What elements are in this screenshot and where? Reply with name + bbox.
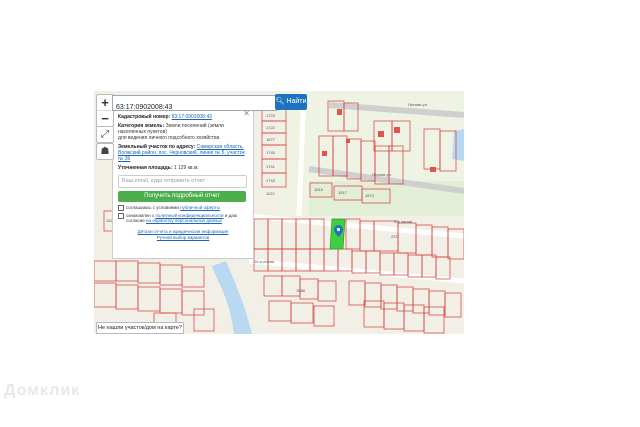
- find-button-label: Найти: [286, 98, 307, 105]
- svg-text:9-я линия: 9-я линия: [394, 219, 412, 224]
- parcel-info-panel: ✕ Кадастровый номер: 63:17:0902008:43 Ка…: [112, 109, 254, 259]
- layers-icon[interactable]: ☗: [96, 143, 114, 160]
- checkbox-privacy[interactable]: [118, 213, 124, 219]
- svg-text:Лесная ул.: Лесная ул.: [408, 102, 428, 107]
- details-link[interactable]: Детали отчета и юридическая информация: [138, 229, 229, 234]
- zoom-out-button[interactable]: −: [97, 111, 113, 126]
- find-button[interactable]: 🔍︎ Найти: [275, 94, 307, 110]
- consent-privacy[interactable]: ознакомлен с политикой конфиденциальност…: [118, 213, 248, 223]
- personal-data-link[interactable]: на обработку персональных данных: [146, 218, 222, 223]
- fullscreen-icon[interactable]: ⤢: [96, 126, 114, 143]
- svg-text:Лесная ул.: Лесная ул.: [372, 172, 392, 177]
- svg-text:10-я линия: 10-я линия: [254, 259, 274, 264]
- search-input[interactable]: [113, 100, 274, 115]
- email-field[interactable]: Ваш email, куда отправить отчет: [118, 175, 247, 188]
- svg-text:1743: 1743: [266, 178, 276, 183]
- svg-text:1516: 1516: [314, 187, 324, 192]
- svg-text:237: 237: [391, 234, 398, 239]
- cadastral-link[interactable]: 63:17:0902008:43: [172, 114, 212, 120]
- consent1-text: соглашаюсь с условиями: [126, 205, 179, 210]
- svg-text:1722: 1722: [266, 125, 276, 130]
- svg-text:1122: 1122: [266, 191, 275, 196]
- watermark-logo: Домклик: [4, 382, 81, 399]
- manual-choice-link[interactable]: Ручной выбор вариантов: [157, 235, 210, 240]
- svg-text:1745: 1745: [266, 150, 276, 155]
- offer-link[interactable]: публичной оферты: [180, 205, 220, 210]
- cadastral-map[interactable]: Лесная ул. Лесная ул. 9-я линия 10-я лин…: [94, 91, 464, 334]
- zoom-in-button[interactable]: +: [97, 95, 113, 111]
- consent-offer[interactable]: соглашаюсь с условиями публичной оферты: [118, 205, 248, 211]
- cadastral-label: Кадастровый номер:: [118, 114, 171, 120]
- area-value: 1 129 кв.м.: [173, 165, 199, 171]
- search-icon: 🔍︎: [275, 98, 285, 105]
- location-pin-icon: [334, 225, 343, 237]
- svg-text:1741: 1741: [266, 164, 276, 169]
- search-box: [112, 95, 277, 115]
- use-value: для ведения личного подсобного хозяйства: [118, 135, 220, 141]
- svg-text:1574: 1574: [365, 193, 375, 198]
- area-label: Уточненная площадь:: [118, 165, 173, 171]
- svg-text:1577: 1577: [266, 137, 276, 142]
- svg-text:1517: 1517: [338, 190, 348, 195]
- report-button[interactable]: Получить подробный отчет: [118, 191, 246, 202]
- checkbox-offer[interactable]: [118, 205, 124, 211]
- svg-text:1588: 1588: [296, 288, 306, 293]
- not-found-button[interactable]: Не нашли участок/дом на карте?: [96, 322, 184, 334]
